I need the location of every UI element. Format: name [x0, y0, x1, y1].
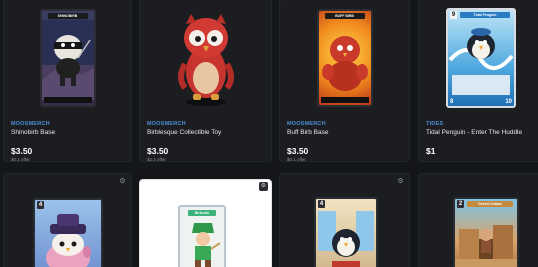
product-card-shinobirb[interactable]: SHINOBIRB MOOSMERCH Shinobirb Base $3.50…	[3, 0, 132, 162]
product-image[interactable]	[140, 0, 271, 117]
birb-hat-illustration	[46, 214, 91, 267]
product-image[interactable]: Birbcoin	[178, 205, 226, 267]
product-image[interactable]: BUFF BIRB	[280, 0, 409, 117]
card-title: SHINOBIRB	[47, 13, 88, 19]
card-cost: 2	[457, 200, 464, 208]
product-price: $3.50	[11, 146, 33, 156]
product-card-buff-birb[interactable]: BUFF BIRB MOOSMERCH Buff Birb Base $3.50…	[279, 0, 410, 162]
penguin-window-illustration	[318, 211, 374, 267]
product-brand[interactable]: MOOSMERCH	[11, 121, 124, 127]
trading-card-image: 4	[314, 197, 378, 267]
product-image[interactable]: 9 Tidal Penguin 8 10	[419, 0, 538, 117]
product-name[interactable]: Buff Birb Base	[287, 129, 402, 136]
product-image[interactable]: 4	[314, 197, 378, 267]
ninja-birb-illustration	[41, 20, 94, 100]
buff-birb-illustration	[321, 36, 368, 91]
gear-icon[interactable]: ⚙	[119, 178, 126, 185]
product-card-row2-4[interactable]: 2 Desert Outlaw	[418, 173, 538, 267]
trading-card-image: 9 Tidal Penguin 8 10	[446, 8, 516, 108]
birblesque-toy-image	[177, 14, 234, 106]
desert-town-illustration	[455, 225, 517, 267]
trading-card-image: 2 Desert Outlaw	[453, 197, 519, 267]
product-offer: $0.1 offer	[287, 157, 306, 162]
product-name[interactable]: Tidal Penguin - Enter The Huddle	[426, 129, 536, 136]
penguin-illustration	[448, 28, 514, 70]
product-card-tidal-penguin[interactable]: 9 Tidal Penguin 8 10 TIDES Tidal Penguin…	[418, 0, 538, 162]
product-image[interactable]: 4	[33, 198, 103, 267]
card-attack: 8	[450, 99, 454, 105]
card-cost: 9	[450, 11, 457, 19]
product-price: $3.50	[147, 146, 169, 156]
product-info: TIDES Tidal Penguin - Enter The Huddle $…	[419, 117, 538, 161]
product-brand[interactable]: MOOSMERCH	[287, 121, 402, 127]
product-grid: SHINOBIRB MOOSMERCH Shinobirb Base $3.50…	[0, 0, 538, 267]
gear-icon[interactable]: ⚙	[397, 178, 404, 185]
trading-card-image: 4	[33, 198, 103, 267]
product-info: MOOSMERCH Buff Birb Base $3.50 $0.1 offe…	[280, 117, 409, 161]
card-title: Tidal Penguin	[460, 12, 510, 18]
green-elf-illustration	[192, 223, 221, 267]
product-name[interactable]: Shinobirb Base	[11, 129, 124, 136]
product-brand[interactable]: TIDES	[426, 121, 536, 127]
card-title: Birbcoin	[188, 210, 216, 216]
product-price: $1	[426, 146, 436, 156]
product-offer: $2.3 offer	[147, 157, 166, 162]
product-card-row2-3[interactable]: ⚙ 4	[279, 173, 410, 267]
product-card-row2-2[interactable]: ⚙ Birbcoin	[139, 179, 272, 267]
card-title: BUFF BIRB	[324, 13, 365, 19]
product-price: $3.50	[287, 146, 309, 156]
product-info: MOOSMERCH Shinobirb Base $3.50 $0.1 offe…	[4, 117, 131, 161]
product-image[interactable]: SHINOBIRB	[4, 0, 131, 117]
card-title: Desert Outlaw	[467, 201, 513, 207]
gear-icon[interactable]: ⚙	[259, 182, 268, 191]
product-offer: $0.1 offer	[11, 157, 30, 162]
card-health: 10	[505, 99, 512, 105]
trading-card-image: BUFF BIRB	[316, 9, 373, 107]
product-info: MOOSMERCH Birblesque Collectible Toy $3.…	[140, 117, 271, 161]
trading-card-image: SHINOBIRB	[39, 9, 96, 107]
product-card-row2-1[interactable]: ⚙ 4	[3, 173, 132, 267]
product-card-birblesque-toy[interactable]: MOOSMERCH Birblesque Collectible Toy $3.…	[139, 0, 272, 162]
product-image[interactable]: 2 Desert Outlaw	[453, 197, 519, 267]
product-brand[interactable]: MOOSMERCH	[147, 121, 264, 127]
product-name[interactable]: Birblesque Collectible Toy	[147, 129, 264, 136]
